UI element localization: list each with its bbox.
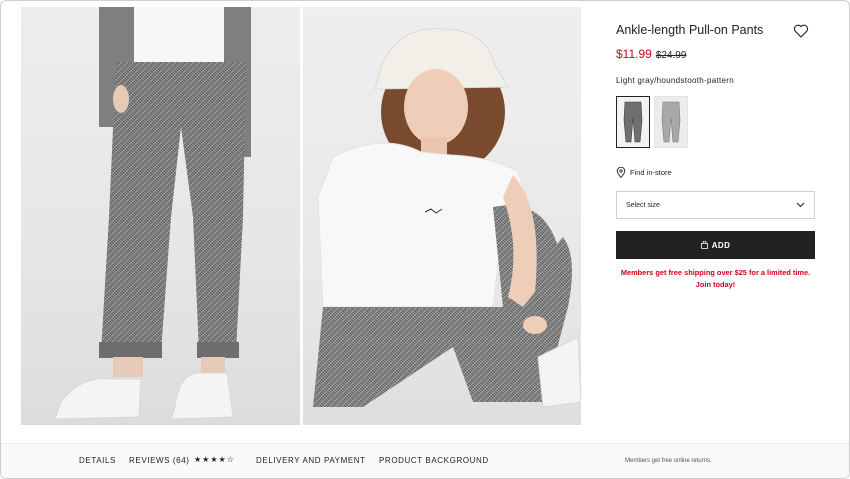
color-name: Light gray/houndstooth-pattern xyxy=(616,76,734,85)
swatch-pants-dark-thumbnail xyxy=(623,101,643,143)
tab-reviews[interactable]: REVIEWS (64) xyxy=(129,456,190,465)
product-page: Ankle-length Pull-on Pants $11.99 $24.99… xyxy=(0,0,850,479)
product-image-front[interactable] xyxy=(21,7,300,425)
product-title: Ankle-length Pull-on Pants xyxy=(616,23,764,37)
join-today-link[interactable]: Join today! xyxy=(616,279,815,291)
model-seated-illustration xyxy=(313,28,581,408)
map-pin-icon xyxy=(616,167,626,178)
tab-details[interactable]: DETAILS xyxy=(79,456,116,465)
size-select[interactable]: Select size xyxy=(616,191,815,219)
size-select-value: Select size xyxy=(626,201,660,209)
chevron-down-icon xyxy=(796,202,805,208)
shopping-bag-icon xyxy=(700,241,708,249)
add-to-bag-button[interactable]: ADD xyxy=(616,231,815,259)
original-price: $24.99 xyxy=(655,50,687,61)
tab-product-background[interactable]: PRODUCT BACKGROUND xyxy=(379,456,489,465)
heart-icon[interactable] xyxy=(793,23,809,39)
find-in-store-link[interactable]: Find in-store xyxy=(616,167,672,178)
sale-price: $11.99 xyxy=(616,47,652,61)
rating-stars: ★★★★☆ xyxy=(194,455,235,464)
color-swatch-light-gray-houndstooth[interactable] xyxy=(616,96,650,148)
find-in-store-label: Find in-store xyxy=(630,168,672,177)
price-row: $11.99 $24.99 xyxy=(616,47,686,61)
swatch-pants-light-thumbnail xyxy=(661,101,681,143)
model-standing-illustration xyxy=(54,7,251,420)
member-promo: Members get free shipping over $25 for a… xyxy=(616,267,815,291)
returns-note: Members get free online returns. xyxy=(625,458,712,464)
add-button-label: ADD xyxy=(711,240,731,250)
tab-delivery-and-payment[interactable]: DELIVERY AND PAYMENT xyxy=(256,456,366,465)
product-image-seated[interactable] xyxy=(303,7,581,425)
promo-text: Members get free shipping over $25 for a… xyxy=(620,268,811,277)
color-swatch-gray-checked[interactable] xyxy=(654,96,688,148)
